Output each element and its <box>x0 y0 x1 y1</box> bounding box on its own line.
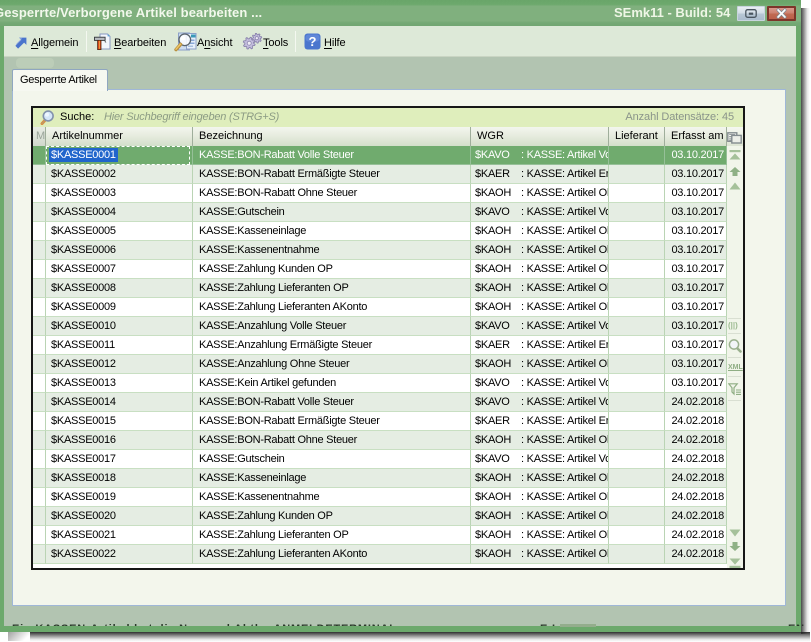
svg-text:?: ? <box>309 34 317 49</box>
